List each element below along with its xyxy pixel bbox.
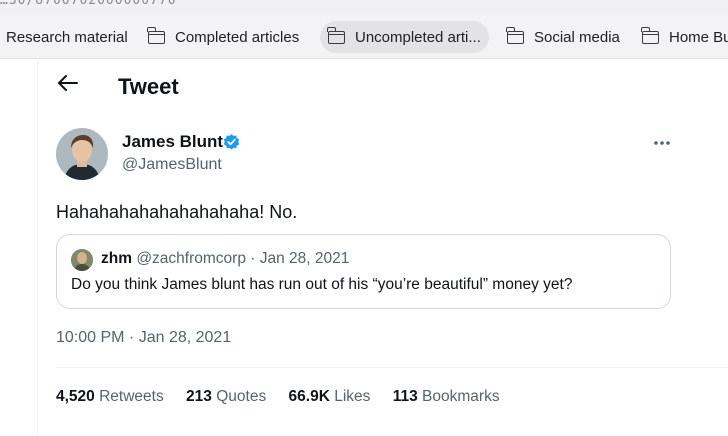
bookmark-social-media[interactable]: Social media [499, 21, 628, 53]
author-handle[interactable]: @JamesBlunt [122, 156, 222, 174]
avatar[interactable] [56, 128, 108, 180]
quoted-author-name: zhm [101, 250, 132, 267]
stat-label: Quotes [216, 388, 267, 405]
stat-label: Retweets [99, 388, 164, 405]
stat-quotes[interactable]: 213 Quotes [186, 388, 266, 405]
quoted-tweet-text: Do you think James blunt has run out of … [71, 276, 573, 293]
more-icon-svg [654, 141, 670, 145]
tweet-timestamp[interactable]: 10:00 PM · Jan 28, 2021 [56, 329, 231, 347]
folder-icon [506, 26, 524, 44]
bookmark-research-material[interactable]: Research material [0, 21, 136, 53]
stat-label: Likes [334, 388, 371, 405]
arrow-left-icon-svg [58, 75, 78, 91]
avatar-image [56, 128, 108, 180]
stat-value: 113 [392, 388, 418, 405]
bookmark-home[interactable]: Home Bu [634, 21, 728, 53]
bookmark-completed-articles[interactable]: Completed articles [140, 21, 307, 53]
bookmark-label: Research material [6, 28, 128, 46]
folder-icon [147, 26, 165, 44]
url-text: …30/8700702000000770 [0, 0, 177, 8]
address-bar-fragment: …30/8700702000000770 [0, 0, 728, 14]
stat-value: 213 [186, 388, 212, 405]
bookmark-label: Social media [534, 28, 620, 46]
avatar [71, 249, 93, 271]
stat-value: 66.9K [288, 388, 330, 405]
quoted-tweet-header: zhm @zachfromcorp · Jan 28, 2021 [101, 250, 349, 268]
bookmark-label: Uncompleted arti... [355, 28, 481, 46]
folder-icon [641, 26, 659, 44]
tweet-text: Hahahahahahahahahaha! No. [56, 202, 298, 222]
stat-value: 4,520 [56, 388, 95, 405]
stat-bookmarks[interactable]: 113 Bookmarks [393, 388, 500, 405]
verified-icon-svg [223, 134, 240, 150]
quoted-tweet[interactable]: zhm @zachfromcorp · Jan 28, 2021 Do you … [56, 234, 671, 309]
stat-label: Bookmarks [422, 388, 500, 405]
bookmarks-bar: Research material Completed articles Unc… [0, 14, 728, 59]
more-horizontal-icon[interactable] [653, 130, 671, 151]
stat-likes[interactable]: 66.9K Likes [289, 388, 371, 405]
quoted-avatar-image [71, 249, 93, 271]
bookmark-label: Completed articles [175, 28, 300, 46]
tweet-column: Tweet James Blunt @JamesBlunt Hahahahaha… [37, 58, 728, 436]
folder-icon [327, 26, 345, 44]
stat-retweets[interactable]: 4,520 Retweets [56, 388, 164, 405]
bookmark-uncompleted-articles[interactable]: Uncompleted arti... [320, 21, 489, 53]
tweet-stats: 4,520 Retweets 213 Quotes 66.9K Likes 11… [56, 388, 518, 406]
arrow-left-icon[interactable] [58, 72, 78, 98]
bookmark-label: Home Bu [669, 28, 728, 46]
page-title: Tweet [118, 74, 179, 99]
verified-badge-icon [222, 133, 241, 152]
quoted-handle-date: @zachfromcorp · Jan 28, 2021 [136, 250, 350, 267]
divider [56, 367, 728, 368]
author-name[interactable]: James Blunt [122, 132, 223, 152]
